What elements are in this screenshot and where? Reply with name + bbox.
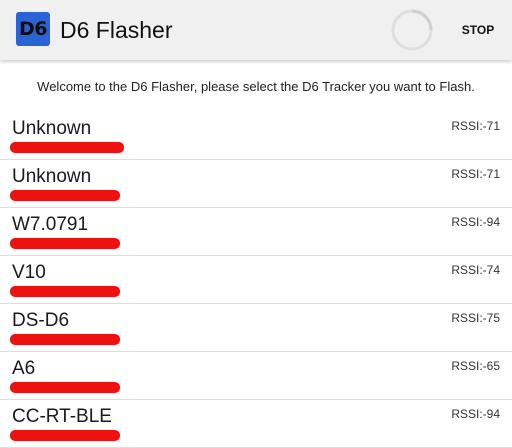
device-row[interactable]: V10 RSSI:-74 (0, 256, 512, 304)
device-name: A6 (12, 358, 36, 379)
redaction-mark (10, 142, 124, 153)
redaction-mark (10, 382, 120, 393)
device-list: Unknown RSSI:-71 Unknown RSSI:-71 W7.079… (0, 112, 512, 448)
device-name: CC-RT-BLE (12, 406, 112, 427)
loading-spinner-icon (391, 9, 433, 51)
device-row[interactable]: CC-RT-BLE RSSI:-94 (0, 400, 512, 448)
device-rssi: RSSI:-75 (451, 311, 500, 325)
redaction-mark (10, 430, 120, 441)
device-row[interactable]: W7.0791 RSSI:-94 (0, 208, 512, 256)
stop-button[interactable]: STOP (452, 16, 504, 44)
redaction-mark (10, 238, 120, 249)
app-logo-icon: D6 (16, 12, 50, 46)
device-row[interactable]: A6 RSSI:-65 (0, 352, 512, 400)
redaction-mark (10, 286, 120, 297)
device-name: V10 (12, 262, 46, 283)
welcome-message: Welcome to the D6 Flasher, please select… (37, 79, 475, 94)
device-rssi: RSSI:-94 (451, 215, 500, 229)
device-name: DS-D6 (12, 310, 70, 331)
device-rssi: RSSI:-71 (451, 119, 500, 133)
redaction-mark (10, 190, 120, 201)
device-rssi: RSSI:-74 (451, 263, 500, 277)
app-bar: D6 D6 Flasher STOP (0, 0, 512, 60)
device-rssi: RSSI:-65 (451, 359, 500, 373)
device-rssi: RSSI:-71 (451, 167, 500, 181)
device-rssi: RSSI:-94 (451, 407, 500, 421)
device-name: Unknown (12, 118, 92, 139)
device-name: W7.0791 (12, 214, 89, 235)
redaction-mark (10, 334, 120, 345)
device-row[interactable]: Unknown RSSI:-71 (0, 112, 512, 160)
app-title: D6 Flasher (60, 17, 173, 43)
device-name: Unknown (12, 166, 92, 187)
device-row[interactable]: DS-D6 RSSI:-75 (0, 304, 512, 352)
device-row[interactable]: Unknown RSSI:-71 (0, 160, 512, 208)
